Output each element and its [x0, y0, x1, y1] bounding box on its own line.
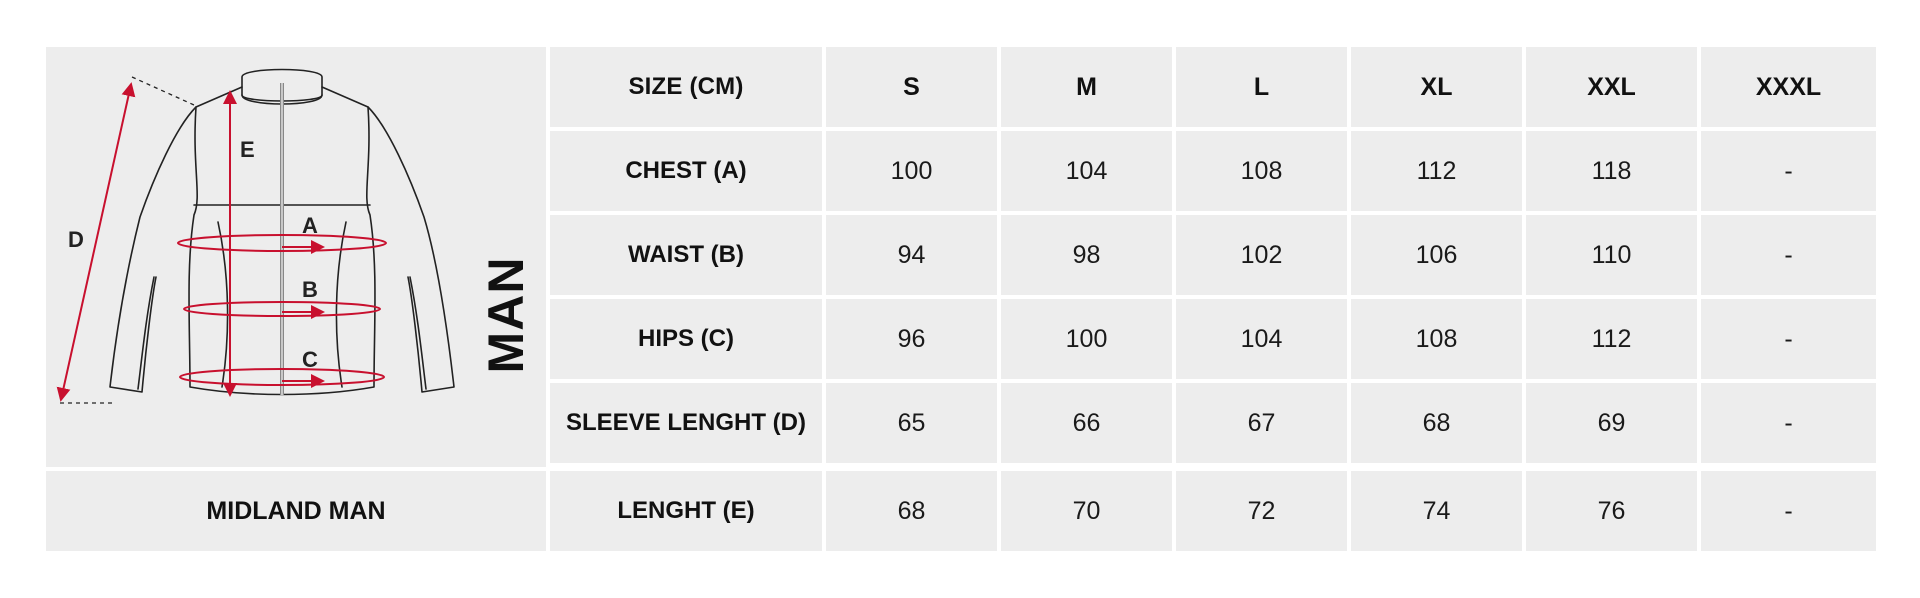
jacket-illustration-panel: D E A B C MAN [46, 47, 546, 467]
table-cell: 112 [1526, 299, 1697, 379]
size-header-l: L [1176, 47, 1347, 127]
table-cell: 76 [1526, 471, 1697, 551]
table-cell: 66 [1001, 383, 1172, 463]
label-d: D [68, 227, 84, 252]
size-header-s: S [826, 47, 997, 127]
table-cell: 94 [826, 215, 997, 295]
row-label-sleeve-length: SLEEVE LENGHT (D) [550, 383, 822, 463]
table-cell: 67 [1176, 383, 1347, 463]
table-cell: 98 [1001, 215, 1172, 295]
size-chart: D E A B C MAN MIDLAND MAN SIZE (CM) S M … [46, 47, 1876, 551]
table-cell: - [1701, 299, 1876, 379]
table-cell: 118 [1526, 131, 1697, 211]
row-label-hips: HIPS (C) [550, 299, 822, 379]
table-cell: 74 [1351, 471, 1522, 551]
label-a: A [302, 213, 318, 238]
size-header-m: M [1001, 47, 1172, 127]
table-cell: 96 [826, 299, 997, 379]
table-cell: 108 [1176, 131, 1347, 211]
jacket-diagram: D E A B C [56, 68, 455, 404]
table-cell: 108 [1351, 299, 1522, 379]
table-cell: 112 [1351, 131, 1522, 211]
row-label-chest: CHEST (A) [550, 131, 822, 211]
table-cell: 72 [1176, 471, 1347, 551]
table-cell: 65 [826, 383, 997, 463]
table-cell: 106 [1351, 215, 1522, 295]
product-name: MIDLAND MAN [46, 471, 546, 551]
table-cell: 70 [1001, 471, 1172, 551]
size-header-xxl: XXL [1526, 47, 1697, 127]
size-column-header: SIZE (CM) [550, 47, 822, 127]
row-label-waist: WAIST (B) [550, 215, 822, 295]
table-cell: - [1701, 471, 1876, 551]
table-cell: 110 [1526, 215, 1697, 295]
table-cell: 100 [826, 131, 997, 211]
table-cell: 102 [1176, 215, 1347, 295]
table-cell: 100 [1001, 299, 1172, 379]
gender-label: MAN [478, 256, 534, 374]
label-b: B [302, 277, 318, 302]
label-e: E [240, 137, 255, 162]
table-cell: - [1701, 215, 1876, 295]
size-header-xl: XL [1351, 47, 1522, 127]
row-label-length: LENGHT (E) [550, 471, 822, 551]
size-header-xxxl: XXXL [1701, 47, 1876, 127]
label-c: C [302, 347, 318, 372]
table-cell: - [1701, 383, 1876, 463]
table-cell: 68 [1351, 383, 1522, 463]
table-cell: 69 [1526, 383, 1697, 463]
table-cell: - [1701, 131, 1876, 211]
table-cell: 104 [1176, 299, 1347, 379]
table-cell: 68 [826, 471, 997, 551]
table-cell: 104 [1001, 131, 1172, 211]
